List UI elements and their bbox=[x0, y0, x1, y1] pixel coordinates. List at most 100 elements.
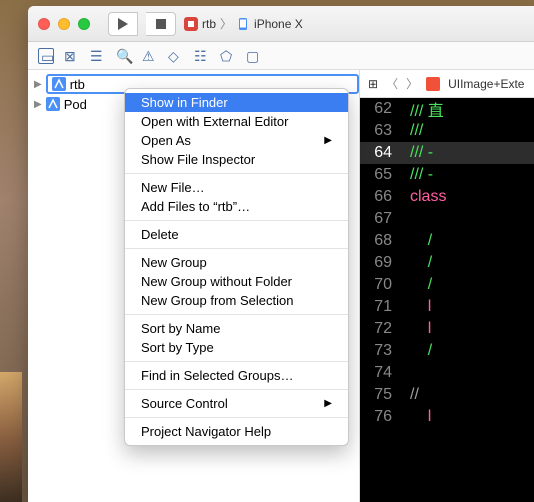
menu-item[interactable]: Open with External Editor bbox=[125, 112, 348, 131]
menu-separator bbox=[125, 314, 348, 315]
line-number: 73 bbox=[360, 342, 410, 360]
minimize-window-button[interactable] bbox=[58, 18, 70, 30]
menu-item[interactable]: Show File Inspector bbox=[125, 150, 348, 169]
code-text: l bbox=[410, 298, 431, 316]
code-line[interactable]: 62/// 直 bbox=[360, 98, 534, 120]
device-name: iPhone X bbox=[254, 17, 303, 31]
debug-navigator-icon[interactable]: ☷ bbox=[194, 48, 210, 64]
code-line[interactable]: 76 l bbox=[360, 406, 534, 428]
tree-item-label: Pod bbox=[64, 97, 87, 112]
code-line[interactable]: 69 / bbox=[360, 252, 534, 274]
code-line[interactable]: 71 l bbox=[360, 296, 534, 318]
menu-item-label: Sort by Name bbox=[141, 321, 220, 336]
context-menu: Show in Finder Open with External Editor O… bbox=[124, 88, 349, 446]
menu-item[interactable]: Find in Selected Groups… bbox=[125, 366, 348, 385]
editor-jump-bar[interactable]: ⊞ 〈 〉 UIImage+Exte bbox=[360, 70, 534, 98]
code-line[interactable]: 70 / bbox=[360, 274, 534, 296]
menu-item[interactable]: New File… bbox=[125, 178, 348, 197]
xcode-window: rtb 〉 iPhone X ▭ ⊠ ☰ 🔍 ⚠ ◇ ☷ ⬠ ▢ ▶ rtb ▶ bbox=[28, 6, 534, 502]
line-number: 72 bbox=[360, 320, 410, 338]
menu-item-label: Open with External Editor bbox=[141, 114, 288, 129]
code-line[interactable]: 66class bbox=[360, 186, 534, 208]
find-navigator-icon[interactable]: 🔍 bbox=[116, 48, 132, 64]
titlebar: rtb 〉 iPhone X bbox=[28, 6, 534, 42]
code-body[interactable]: 62/// 直63///64/// -65/// -66class6768 /6… bbox=[360, 98, 534, 428]
menu-item[interactable]: Add Files to “rtb”… bbox=[125, 197, 348, 216]
submenu-arrow-icon: ▶ bbox=[324, 398, 332, 409]
line-number: 76 bbox=[360, 408, 410, 426]
menu-item-label: Show in Finder bbox=[141, 95, 228, 110]
menu-item[interactable]: Source Control ▶ bbox=[125, 394, 348, 413]
menu-item-label: New Group without Folder bbox=[141, 274, 292, 289]
code-text: // bbox=[410, 386, 419, 404]
line-number: 70 bbox=[360, 276, 410, 294]
menu-item[interactable]: Open As ▶ bbox=[125, 131, 348, 150]
breakpoint-navigator-icon[interactable]: ⬠ bbox=[220, 48, 236, 64]
menu-item-label: Source Control bbox=[141, 396, 228, 411]
code-line[interactable]: 65/// - bbox=[360, 164, 534, 186]
swift-file-icon bbox=[426, 77, 440, 91]
code-line[interactable]: 72 l bbox=[360, 318, 534, 340]
forward-button[interactable]: 〉 bbox=[406, 75, 418, 92]
line-number: 74 bbox=[360, 364, 410, 382]
menu-separator bbox=[125, 417, 348, 418]
line-number: 71 bbox=[360, 298, 410, 316]
menu-item[interactable]: Project Navigator Help bbox=[125, 422, 348, 441]
menu-item-label: Find in Selected Groups… bbox=[141, 368, 293, 383]
menu-item-label: New Group bbox=[141, 255, 207, 270]
source-control-navigator-icon[interactable]: ⊠ bbox=[64, 48, 80, 64]
line-number: 63 bbox=[360, 122, 410, 140]
line-number: 64 bbox=[360, 144, 410, 162]
stop-button[interactable] bbox=[146, 12, 176, 36]
close-window-button[interactable] bbox=[38, 18, 50, 30]
breadcrumb-sep: 〉 bbox=[220, 15, 232, 32]
code-text: l bbox=[410, 408, 431, 426]
menu-item-label: Add Files to “rtb”… bbox=[141, 199, 250, 214]
file-name: UIImage+Exte bbox=[448, 77, 524, 91]
report-navigator-icon[interactable]: ▢ bbox=[246, 48, 262, 64]
disclosure-arrow-icon[interactable]: ▶ bbox=[34, 99, 42, 110]
project-navigator-icon[interactable]: ▭ bbox=[38, 48, 54, 64]
menu-item-label: Open As bbox=[141, 133, 191, 148]
device-icon bbox=[236, 17, 250, 31]
run-button[interactable] bbox=[108, 12, 138, 36]
menu-item-label: Project Navigator Help bbox=[141, 424, 271, 439]
menu-item[interactable]: New Group bbox=[125, 253, 348, 272]
menu-item[interactable]: Delete bbox=[125, 225, 348, 244]
issue-navigator-icon[interactable]: ⚠ bbox=[142, 48, 158, 64]
scheme-selector[interactable]: rtb 〉 iPhone X bbox=[184, 15, 303, 32]
code-line[interactable]: 74 bbox=[360, 362, 534, 384]
code-line[interactable]: 73 / bbox=[360, 340, 534, 362]
back-button[interactable]: 〈 bbox=[386, 75, 398, 92]
code-text: / bbox=[410, 276, 432, 294]
code-line[interactable]: 67 bbox=[360, 208, 534, 230]
menu-item[interactable]: Sort by Type bbox=[125, 338, 348, 357]
menu-item-label: New Group from Selection bbox=[141, 293, 293, 308]
line-number: 65 bbox=[360, 166, 410, 184]
line-number: 67 bbox=[360, 210, 410, 228]
code-text: /// 直 bbox=[410, 97, 444, 121]
xcodeproj-icon bbox=[52, 77, 66, 91]
xcodeproj-icon bbox=[46, 97, 60, 111]
code-text: /// - bbox=[410, 144, 433, 162]
grid-icon[interactable]: ⊞ bbox=[368, 77, 378, 91]
code-line[interactable]: 63/// bbox=[360, 120, 534, 142]
menu-item[interactable]: New Group from Selection bbox=[125, 291, 348, 310]
tree-item-label: rtb bbox=[70, 77, 85, 92]
test-navigator-icon[interactable]: ◇ bbox=[168, 48, 184, 64]
code-text: / bbox=[410, 342, 432, 360]
code-line[interactable]: 75// bbox=[360, 384, 534, 406]
disclosure-arrow-icon[interactable]: ▶ bbox=[34, 79, 42, 90]
submenu-arrow-icon: ▶ bbox=[324, 135, 332, 146]
menu-item[interactable]: New Group without Folder bbox=[125, 272, 348, 291]
menu-item[interactable]: Show in Finder bbox=[125, 93, 348, 112]
maximize-window-button[interactable] bbox=[78, 18, 90, 30]
code-text: / bbox=[410, 232, 432, 250]
code-text: l bbox=[410, 320, 431, 338]
menu-item[interactable]: Sort by Name bbox=[125, 319, 348, 338]
code-line[interactable]: 64/// - bbox=[360, 142, 534, 164]
symbol-navigator-icon[interactable]: ☰ bbox=[90, 48, 106, 64]
menu-separator bbox=[125, 389, 348, 390]
code-line[interactable]: 68 / bbox=[360, 230, 534, 252]
code-text: /// - bbox=[410, 166, 433, 184]
